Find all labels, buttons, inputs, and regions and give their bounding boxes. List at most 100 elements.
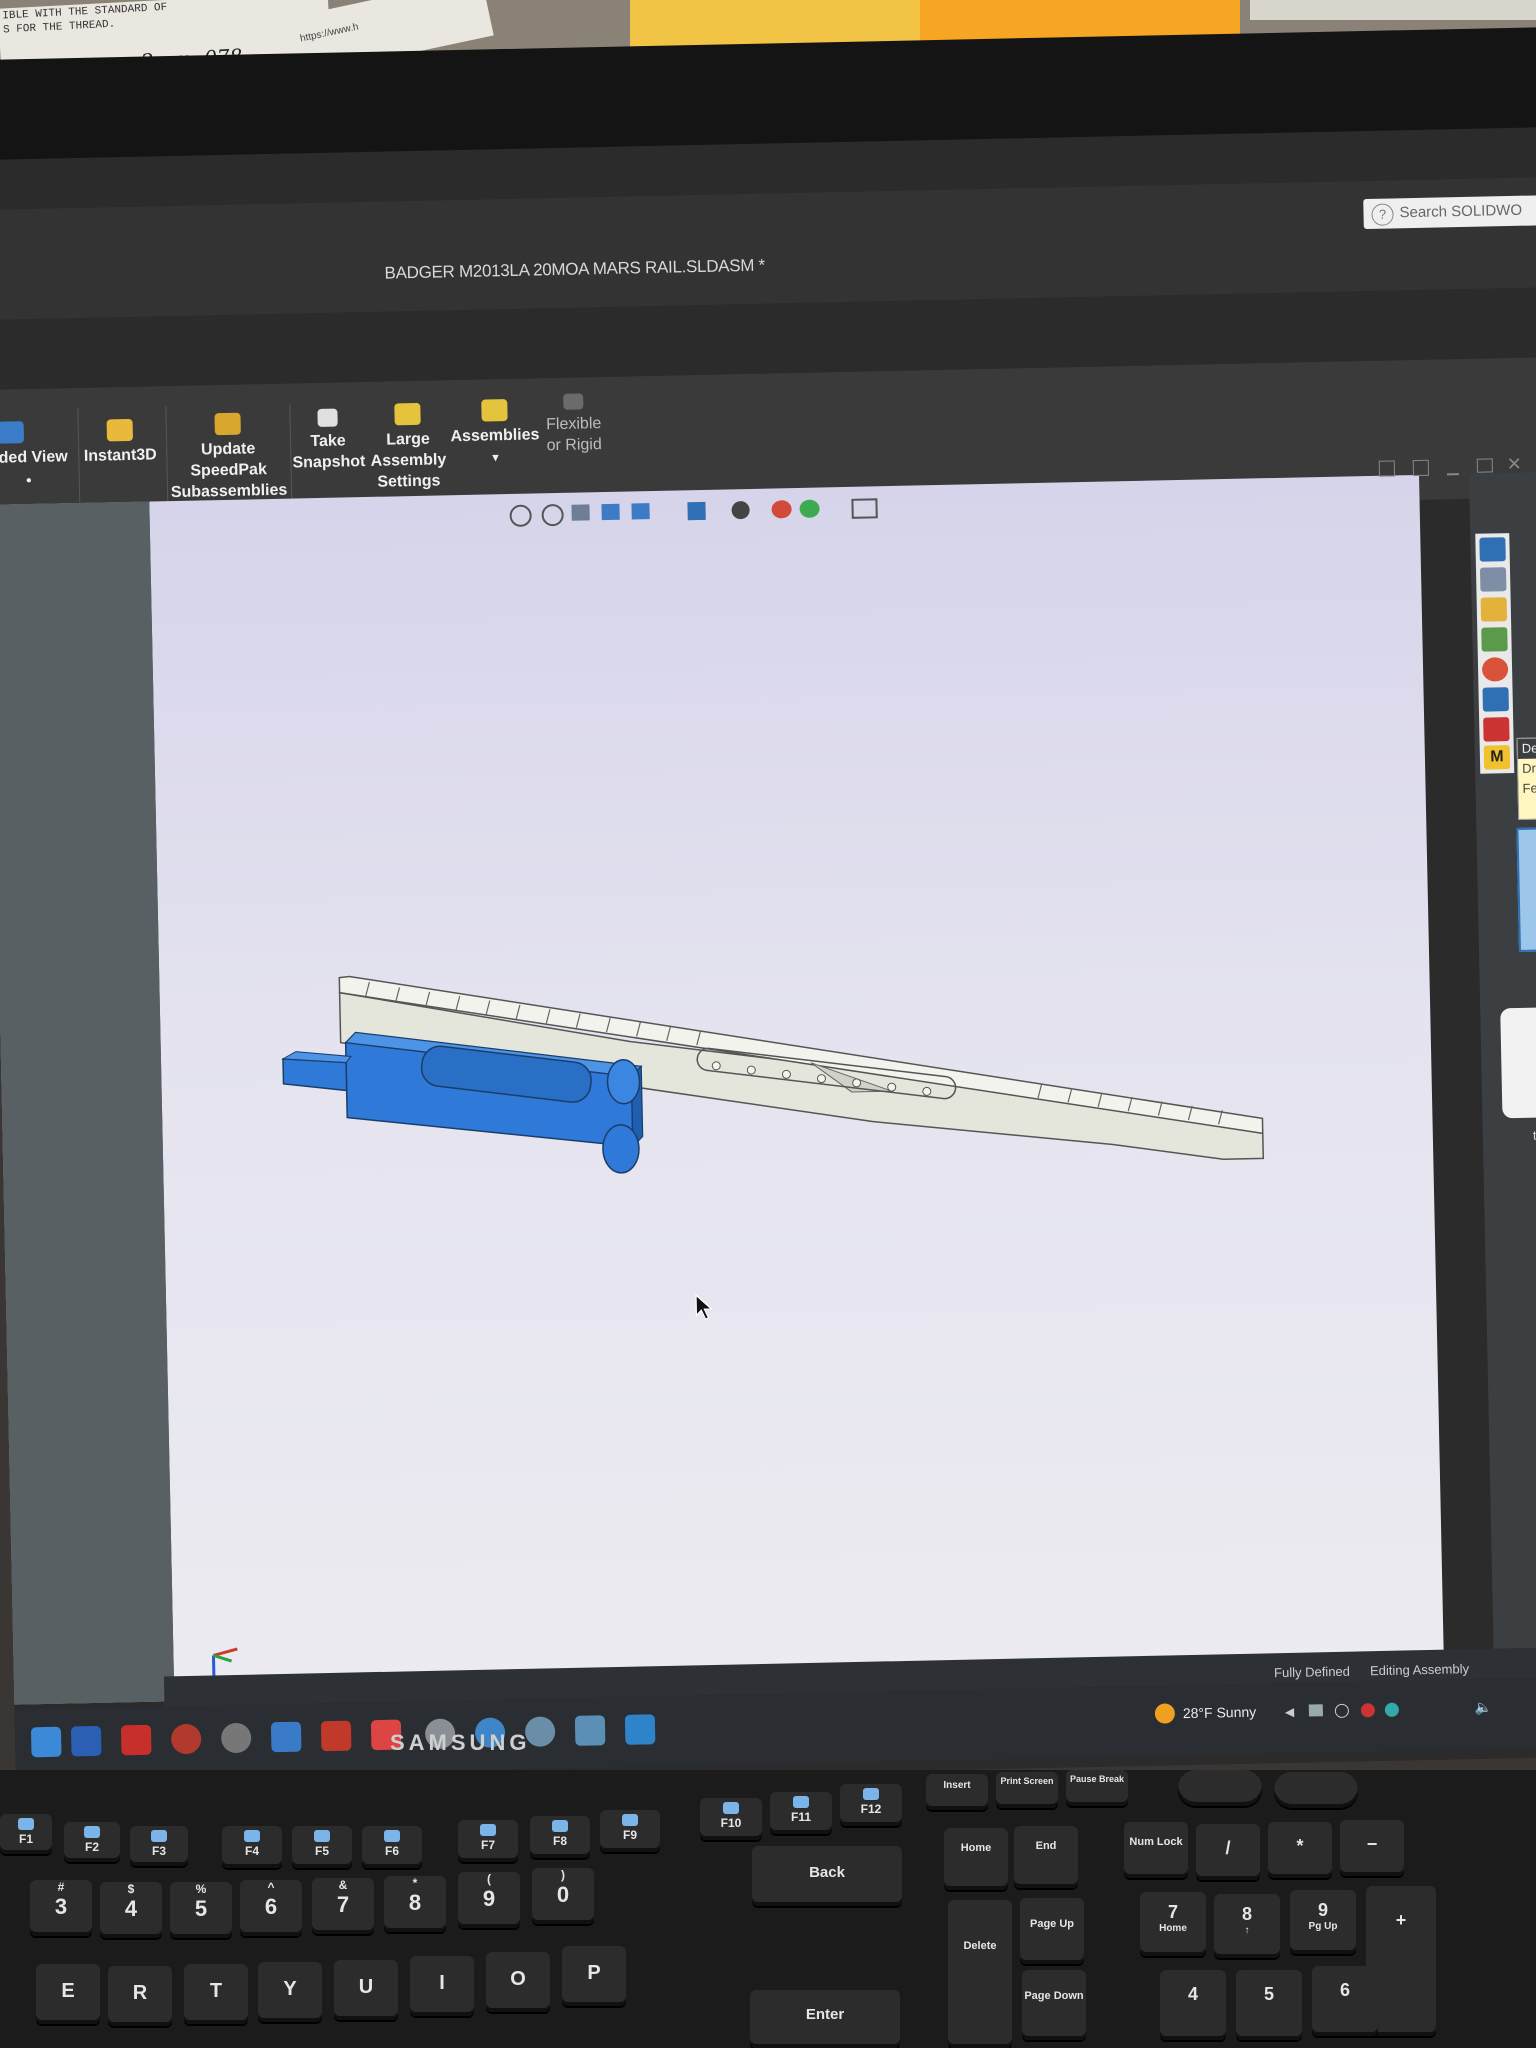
appearances-icon[interactable]: [1481, 657, 1509, 682]
key-f12[interactable]: F12: [840, 1784, 902, 1826]
view-palette-icon[interactable]: [1481, 627, 1508, 652]
key-7[interactable]: & 7: [312, 1878, 374, 1934]
word-icon[interactable]: [70, 1725, 102, 1757]
restore-icon[interactable]: [1476, 458, 1493, 473]
network-icon[interactable]: [1308, 1704, 1323, 1717]
solidworks-icon[interactable]: [320, 1720, 352, 1752]
home-icon[interactable]: [1479, 537, 1506, 562]
key-3[interactable]: #3: [30, 1880, 92, 1936]
key-f4[interactable]: F4: [222, 1826, 282, 1868]
key-end[interactable]: End: [1014, 1826, 1078, 1888]
tray-app-icon[interactable]: [1360, 1703, 1376, 1718]
key-numpad-8[interactable]: 8 ↑: [1214, 1894, 1280, 1958]
key-f3[interactable]: F3: [130, 1826, 188, 1866]
key-f11[interactable]: F11: [770, 1792, 832, 1834]
key-delete[interactable]: Delete: [948, 1900, 1012, 2048]
key-numpad-minus[interactable]: −: [1340, 1820, 1404, 1876]
assembly-model[interactable]: [269, 953, 1294, 1234]
app-icon-map[interactable]: [574, 1715, 606, 1746]
key-numpad-divide[interactable]: /: [1196, 1824, 1260, 1880]
key-e[interactable]: E: [36, 1964, 100, 2024]
assemblies-button[interactable]: Assemblies ▼: [449, 398, 540, 470]
explorer-icon[interactable]: [30, 1726, 62, 1758]
tooltip-line-2: Dra: [1522, 760, 1536, 776]
key-page-up[interactable]: Page Up: [1020, 1898, 1084, 1964]
task-pane-thumbnail[interactable]: [1516, 826, 1536, 952]
key-u[interactable]: U: [334, 1960, 398, 2020]
forum-icon[interactable]: [1483, 717, 1510, 742]
zoom-area-icon[interactable]: [541, 503, 564, 527]
appearance-icon[interactable]: [799, 499, 820, 518]
key-num-lock[interactable]: Num Lock: [1124, 1822, 1188, 1878]
media-key-2[interactable]: [1274, 1772, 1358, 1808]
display-style-icon[interactable]: [731, 500, 750, 520]
key-pause-break[interactable]: Pause Break: [1066, 1770, 1128, 1806]
key-f9[interactable]: F9: [600, 1810, 660, 1852]
section-view-icon[interactable]: [601, 503, 620, 521]
view-orientation-icon[interactable]: [687, 501, 706, 521]
key-f1[interactable]: F1: [0, 1814, 52, 1854]
key-numpad-7[interactable]: 7 Home: [1140, 1892, 1206, 1956]
exploded-view-button[interactable]: oded View ●: [0, 420, 69, 492]
volume-icon[interactable]: 🔈: [1475, 1699, 1493, 1716]
show-hidden-icons-icon[interactable]: ◀: [1285, 1705, 1295, 1719]
tile-right-icon[interactable]: [1412, 459, 1430, 477]
previous-view-icon[interactable]: [571, 504, 590, 521]
key-f6[interactable]: F6: [362, 1826, 422, 1868]
view-settings-icon[interactable]: [851, 498, 878, 519]
key-0[interactable]: ) 0: [532, 1868, 594, 1924]
key-backspace[interactable]: Back: [752, 1846, 902, 1906]
key-numpad-multiply[interactable]: *: [1268, 1822, 1332, 1878]
large-assembly-settings-button[interactable]: Large Assembly Settings: [367, 402, 449, 493]
key-9[interactable]: (9: [458, 1872, 520, 1928]
app-icon-store[interactable]: [624, 1714, 656, 1745]
minimize-icon[interactable]: [1446, 473, 1460, 476]
key-numpad-9[interactable]: 9 Pg Up: [1290, 1890, 1356, 1954]
key-f7[interactable]: F7: [458, 1820, 518, 1862]
key-o[interactable]: O: [486, 1952, 550, 2012]
key-t[interactable]: T: [184, 1964, 248, 2024]
media-key-1[interactable]: [1178, 1770, 1262, 1806]
key-page-down[interactable]: Page Down: [1022, 1970, 1086, 2040]
weather-text[interactable]: 28°F Sunny: [1183, 1704, 1257, 1722]
calculator-icon[interactable]: [270, 1721, 302, 1753]
key-y[interactable]: Y: [258, 1962, 322, 2022]
key-enter[interactable]: Enter: [750, 1990, 900, 2048]
search-input[interactable]: ? Search SOLIDWO: [1363, 194, 1536, 230]
key-f5[interactable]: F5: [292, 1826, 352, 1868]
key-f8[interactable]: F8: [530, 1816, 590, 1858]
key-f10[interactable]: F10: [700, 1798, 762, 1840]
key-insert[interactable]: Insert: [926, 1774, 988, 1810]
key-f2[interactable]: F2: [64, 1822, 120, 1862]
zoom-to-fit-icon[interactable]: [509, 504, 532, 528]
search-tray-icon[interactable]: [1334, 1703, 1350, 1718]
flexible-or-rigid-button[interactable]: Flexible or Rigid: [537, 393, 610, 456]
instant3d-button[interactable]: Instant3D: [80, 418, 161, 467]
assemblies-dropdown-icon[interactable]: ▼: [490, 452, 501, 464]
tray-app-icon-2[interactable]: [1384, 1702, 1400, 1717]
custom-properties-icon[interactable]: [1482, 687, 1509, 712]
key-numpad-5[interactable]: 5: [1236, 1970, 1302, 2040]
key-print-screen[interactable]: Print Screen: [996, 1772, 1058, 1808]
key-home[interactable]: Home: [944, 1828, 1008, 1890]
design-library-icon[interactable]: [1479, 567, 1507, 592]
key-5[interactable]: % 5: [170, 1882, 232, 1938]
filezilla-icon[interactable]: [120, 1724, 152, 1756]
key-numpad-4[interactable]: 4: [1160, 1970, 1226, 2040]
tile-left-icon[interactable]: [1378, 460, 1396, 477]
feature-manager-pane[interactable]: [0, 501, 175, 1705]
take-snapshot-button[interactable]: Take Snapshot: [291, 408, 366, 473]
key-r[interactable]: R: [108, 1966, 172, 2026]
file-explorer-icon[interactable]: [1480, 597, 1508, 622]
key-4[interactable]: $4: [100, 1882, 162, 1938]
task-pane-preview[interactable]: [1500, 1006, 1536, 1119]
key-numpad-6[interactable]: 6: [1312, 1966, 1378, 2036]
key-8[interactable]: * 8: [384, 1876, 446, 1932]
mysolidworks-icon[interactable]: M: [1483, 745, 1511, 770]
key-6[interactable]: ^ 6: [240, 1880, 302, 1936]
key-i[interactable]: I: [410, 1956, 474, 2016]
update-speedpak-button[interactable]: Update SpeedPak Subassemblies: [167, 412, 289, 503]
dynamic-annotation-icon[interactable]: [631, 503, 650, 520]
hide-show-items-icon[interactable]: [771, 500, 792, 519]
key-p[interactable]: P: [562, 1946, 626, 2006]
